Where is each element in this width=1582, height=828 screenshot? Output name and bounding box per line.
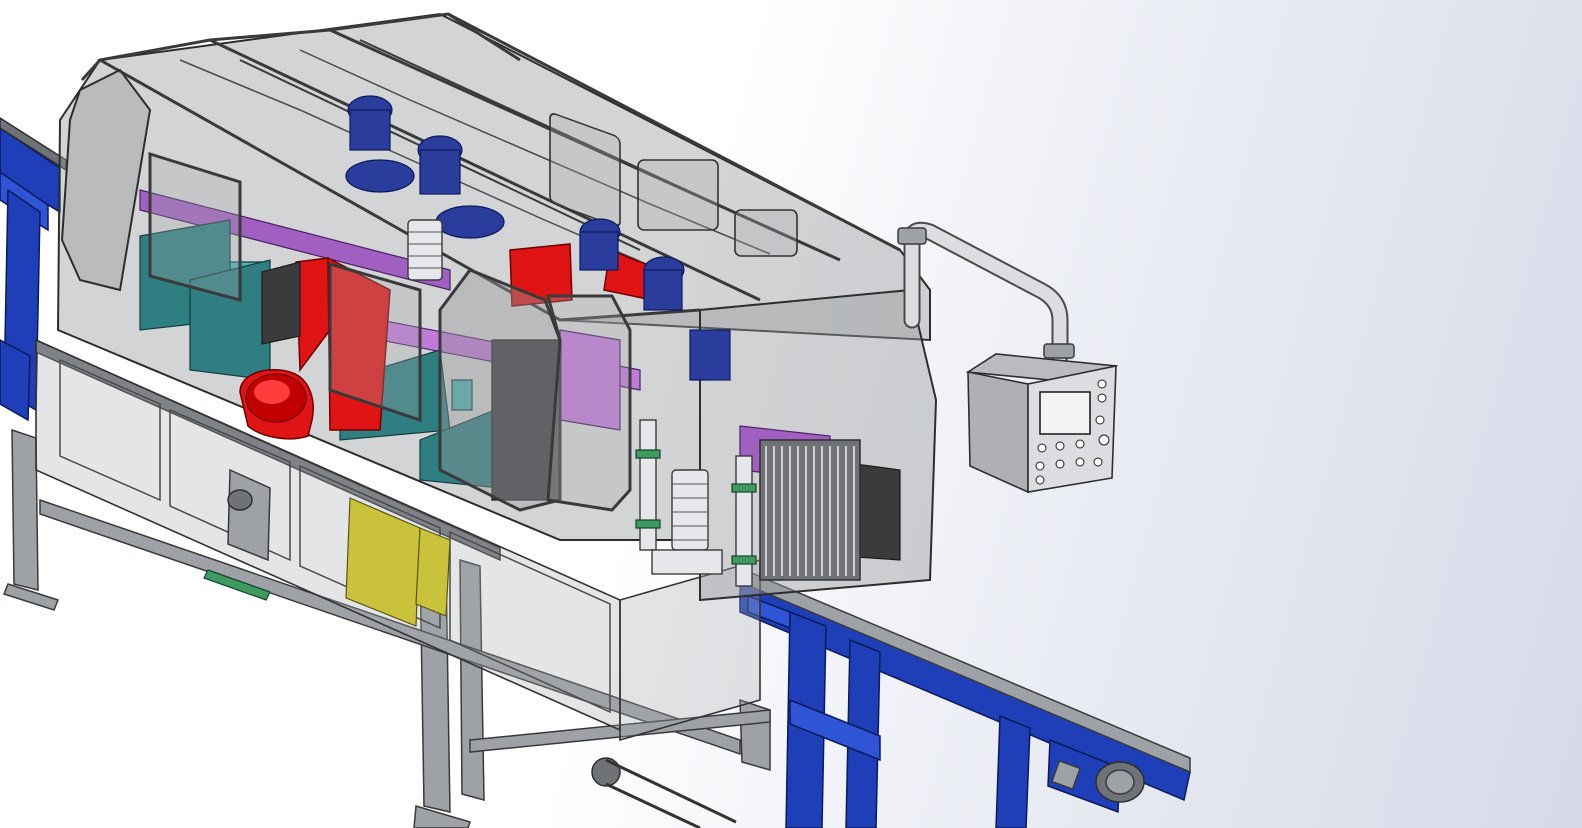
machine-3d-model[interactable]	[0, 0, 1582, 828]
control-panel-box[interactable]	[965, 353, 1119, 494]
display-screen[interactable]	[1039, 391, 1091, 435]
drive-sprocket	[591, 757, 621, 787]
cad-viewport[interactable]	[0, 0, 1582, 828]
mid-end-door	[439, 268, 561, 512]
outfeed-conveyor[interactable]	[739, 566, 1191, 828]
vent-grille	[759, 439, 861, 581]
